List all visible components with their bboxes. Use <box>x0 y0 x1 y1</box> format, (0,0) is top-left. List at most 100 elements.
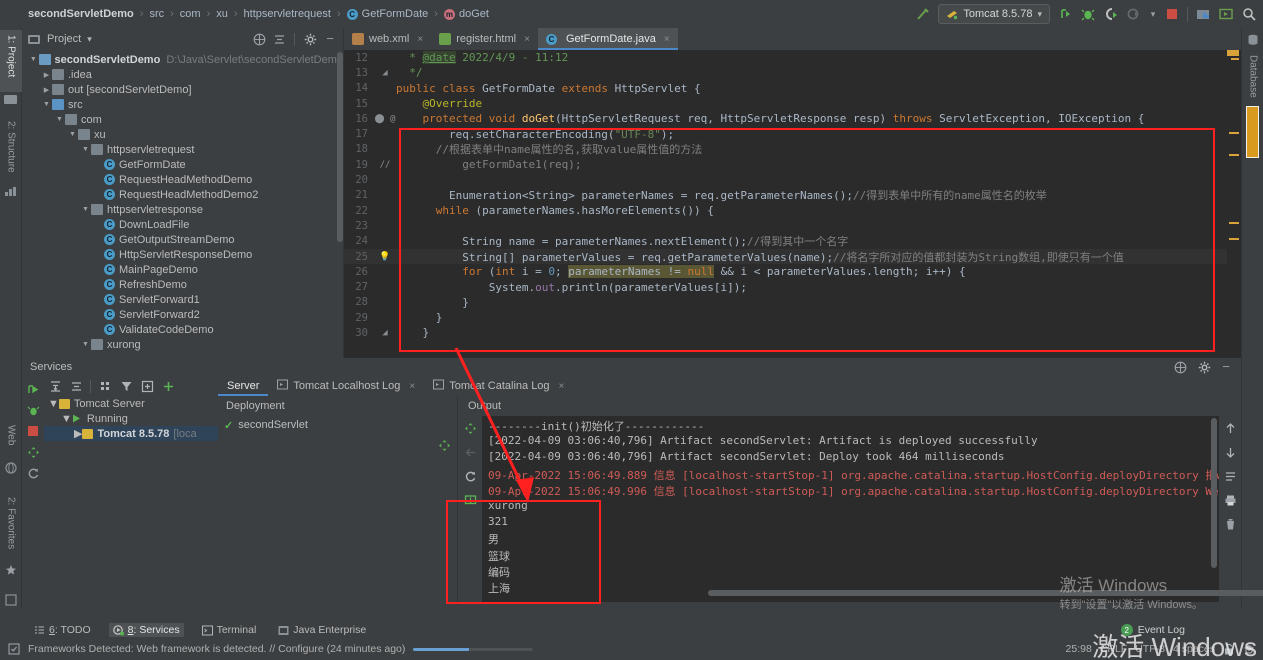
redeploy-icon[interactable] <box>463 421 477 435</box>
services-tab[interactable]: Tomcat Localhost Log × <box>268 376 424 396</box>
settings-scope-icon[interactable] <box>1173 360 1187 374</box>
tool-window-button[interactable]: 6: TODO <box>30 623 95 637</box>
code-line[interactable]: 17 req.setCharacterEncoding("UTF-8"); <box>344 126 1241 141</box>
deploy-icon[interactable] <box>463 493 477 507</box>
chevron-right-icon[interactable]: ▶ <box>41 86 52 94</box>
breadcrumb-item[interactable]: httpservletrequest <box>244 8 331 20</box>
search-icon[interactable] <box>1241 6 1257 22</box>
services-tab[interactable]: Tomcat Catalina Log × <box>424 376 573 396</box>
breadcrumb-item[interactable]: secondServletDemo <box>28 8 134 20</box>
tree-node[interactable]: ▼ src <box>22 97 343 112</box>
close-icon[interactable]: × <box>524 34 530 45</box>
service-node[interactable]: ▼ Tomcat Server <box>44 396 218 411</box>
back-arrow-icon[interactable] <box>463 445 477 459</box>
tree-node[interactable]: ▼ com <box>22 112 343 127</box>
collapse-all-icon[interactable] <box>272 32 286 46</box>
service-node[interactable]: ▶ Tomcat 8.5.78 [loca <box>44 426 218 441</box>
close-icon[interactable]: × <box>664 34 670 45</box>
tool-window-button[interactable]: Terminal <box>198 623 261 637</box>
run-with-coverage-icon[interactable] <box>1103 6 1119 22</box>
redeploy-icon[interactable] <box>437 438 451 452</box>
code-line[interactable]: 18 //根据表单中name属性的名,获取value属性值的方法 <box>344 142 1241 157</box>
debug-icon[interactable] <box>26 403 40 417</box>
code-line[interactable]: 21 Enumeration<String> parameterNames = … <box>344 188 1241 203</box>
chevron-down-icon[interactable]: ▼ <box>67 131 78 138</box>
chevron-down-icon[interactable]: ▼ <box>80 146 91 153</box>
code-line[interactable]: 24 String name = parameterNames.nextElem… <box>344 234 1241 249</box>
service-node[interactable]: ▼ Running <box>44 411 218 426</box>
editor-tab[interactable]: register.html × <box>431 28 538 50</box>
run-icon[interactable] <box>1057 6 1073 22</box>
code-line[interactable]: 15 @Override <box>344 96 1241 111</box>
tree-node[interactable]: ▼ httpservletresponse <box>22 202 343 217</box>
group-by-icon[interactable] <box>98 379 112 393</box>
tree-node[interactable]: C ServletForward2 <box>22 307 343 322</box>
code-line[interactable]: 20 <box>344 172 1241 187</box>
code-line[interactable]: 30 ◢ } <box>344 325 1241 340</box>
tree-node[interactable]: ▼ xurong <box>22 337 343 352</box>
chevron-down-icon[interactable]: ▾ <box>87 34 92 45</box>
code-line[interactable]: 22 while (parameterNames.hasMoreElements… <box>344 203 1241 218</box>
breadcrumb-item[interactable]: m doGet <box>443 8 489 20</box>
stop-icon[interactable] <box>1164 6 1180 22</box>
code-line[interactable]: 19 // getFormDate1(req); <box>344 157 1241 172</box>
restart-icon[interactable] <box>463 469 477 483</box>
project-structure-icon[interactable] <box>1195 6 1211 22</box>
tree-node[interactable]: C HttpServletResponseDemo <box>22 247 343 262</box>
tree-node[interactable]: C RequestHeadMethodDemo2 <box>22 187 343 202</box>
chevron-down-icon[interactable]: ▼ <box>28 56 39 63</box>
tree-node[interactable]: C MainPageDemo <box>22 262 343 277</box>
code-line[interactable]: 28 } <box>344 295 1241 310</box>
tree-node[interactable]: C RequestHeadMethodDemo <box>22 172 343 187</box>
code-line[interactable]: 27 System.out.println(parameterValues[i]… <box>344 279 1241 294</box>
breadcrumb-item[interactable]: xu <box>216 8 228 20</box>
chevron-down-icon[interactable]: ▼ <box>54 116 65 123</box>
collapse-scope-icon[interactable] <box>252 32 266 46</box>
chevron-right-icon[interactable]: ▶ <box>74 427 82 440</box>
hide-window-icon[interactable] <box>5 594 17 606</box>
chevron-down-icon[interactable]: ▼ <box>80 206 91 213</box>
chevron-down-icon[interactable]: ▼ <box>41 101 52 108</box>
tree-node[interactable]: C DownLoadFile <box>22 217 343 232</box>
hammer-icon[interactable] <box>915 6 931 22</box>
scroll-down-icon[interactable] <box>1223 445 1237 459</box>
chevron-right-icon[interactable]: ▶ <box>41 71 52 79</box>
gutter-marker[interactable]: 💡 <box>374 252 396 262</box>
services-tab[interactable]: Server <box>218 376 269 396</box>
editor-tab[interactable]: C GetFormDate.java × <box>537 28 678 50</box>
gutter-marker[interactable]: ⬤ @ <box>374 114 396 124</box>
code-line[interactable]: 14 public class GetFormDate extends HttpS… <box>344 81 1241 96</box>
scroll-up-icon[interactable] <box>1223 421 1237 435</box>
tree-node[interactable]: ▶ .idea <box>22 67 343 82</box>
print-icon[interactable] <box>1223 493 1237 507</box>
tool-window-button[interactable]: 8: Services <box>108 623 184 637</box>
code-line[interactable]: 16 ⬤ @ protected void doGet(HttpServletRe… <box>344 111 1241 126</box>
close-icon[interactable]: × <box>559 381 565 392</box>
caret-position[interactable]: 25:98 <box>1066 643 1092 655</box>
rerun-icon[interactable] <box>26 382 40 396</box>
tree-node[interactable]: C ServletForward1 <box>22 292 343 307</box>
hide-panel-icon[interactable]: − <box>323 32 337 46</box>
breadcrumb-item[interactable]: src <box>149 8 164 20</box>
code-line[interactable]: 29 } <box>344 310 1241 325</box>
gutter-marker[interactable]: ◢ <box>374 328 396 338</box>
expand-all-icon[interactable] <box>48 379 62 393</box>
tree-node[interactable]: ▶ out [secondServletDemo] <box>22 82 343 97</box>
tree-node[interactable]: ▼ httpservletrequest <box>22 142 343 157</box>
project-tree-scrollbar[interactable] <box>337 52 343 242</box>
tree-node[interactable]: C GetFormDate <box>22 157 343 172</box>
chevron-down-icon[interactable]: ▾ <box>1037 9 1042 20</box>
code-line[interactable]: 26 for (int i = 0; parameterNames != nul… <box>344 264 1241 279</box>
project-tree[interactable]: ▼ secondServletDemo D:\Java\Servlet\second… <box>22 50 343 358</box>
restart-icon[interactable] <box>26 466 40 480</box>
editor-tab[interactable]: web.xml × <box>344 28 431 50</box>
services-tree[interactable]: ▼ Tomcat Server ▼ Running ▶ Tomcat 8.5.78 [loc… <box>44 396 218 602</box>
soft-wrap-icon[interactable] <box>1223 469 1237 483</box>
chevron-down-icon[interactable]: ▾ <box>1149 6 1157 22</box>
tree-node[interactable]: C GetOutputStreamDemo <box>22 232 343 247</box>
settings-gear-icon[interactable] <box>1197 360 1211 374</box>
editor-error-stripe[interactable] <box>1227 50 1241 358</box>
code-line[interactable]: 12 * @date 2022/4/9 - 11:12 <box>344 50 1241 65</box>
chevron-down-icon[interactable]: ▼ <box>61 413 72 425</box>
close-icon[interactable]: × <box>409 381 415 392</box>
